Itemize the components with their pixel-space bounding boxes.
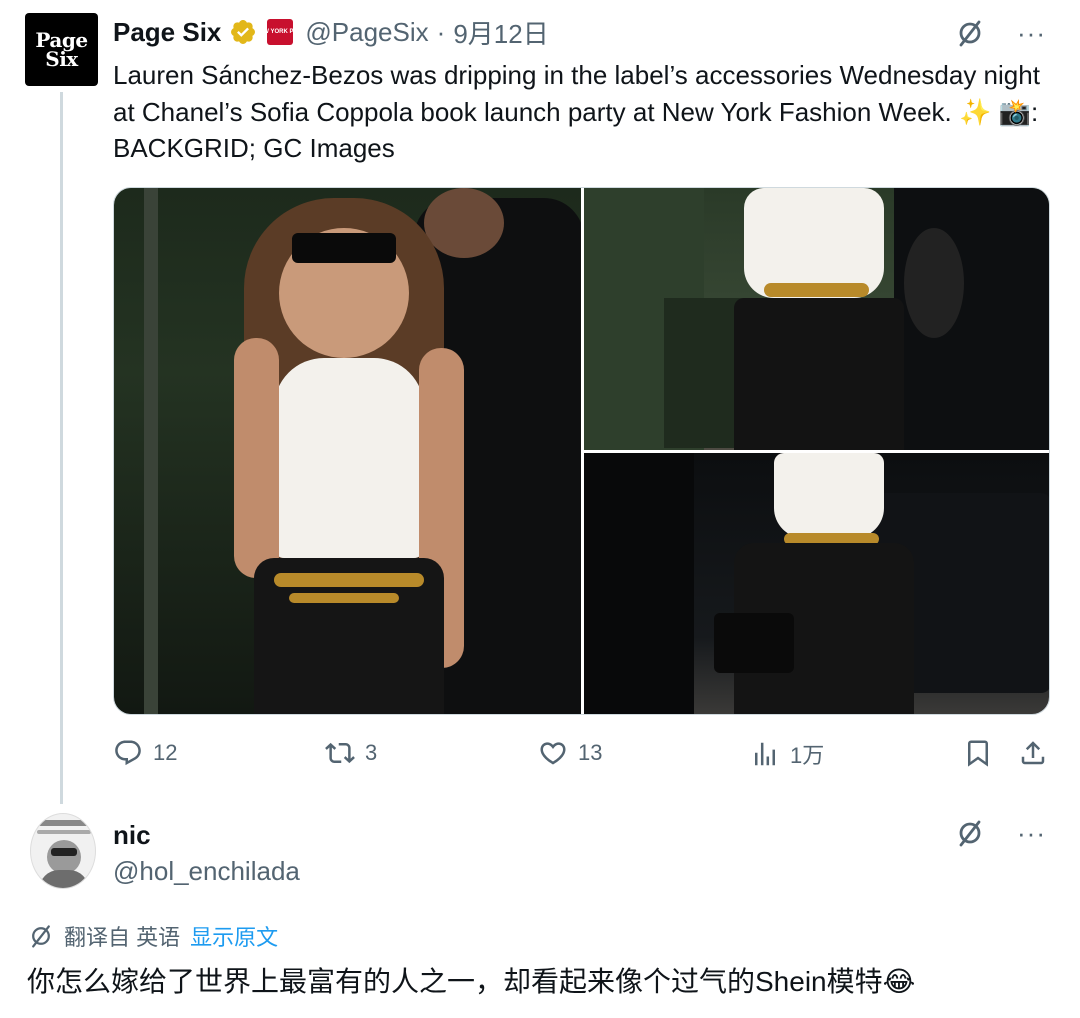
analytics-icon — [755, 742, 775, 766]
reply-text: 你怎么嫁给了世界上最富有的人之一，却看起来像个过气的Shein模特😂 — [27, 966, 916, 997]
more-options-icon[interactable]: ··· — [1017, 20, 1046, 46]
tweet-actions: 12 3 13 1万 — [113, 738, 1053, 778]
reply-button[interactable]: 12 — [113, 738, 177, 768]
views-button[interactable]: 1万 — [750, 738, 824, 770]
grok-icon[interactable] — [955, 818, 985, 848]
avatar-text-line2: Six — [45, 46, 78, 71]
translation-notice: 翻译自 英语 显示原文 — [28, 920, 278, 952]
like-count: 13 — [578, 740, 603, 765]
reply-author-name[interactable]: nic — [113, 820, 151, 851]
reply-avatar[interactable] — [30, 813, 96, 889]
grok-icon[interactable] — [955, 18, 985, 48]
tweet-header: Page Six NEW YORK POST @PageSix · 9月12日 — [113, 14, 549, 50]
media-photo-1[interactable] — [114, 188, 581, 714]
repost-button[interactable]: 3 — [325, 738, 377, 768]
heart-icon — [540, 742, 566, 765]
tweet-text: Lauren Sánchez-Bezos was dripping in the… — [113, 60, 1040, 163]
separator: · — [436, 16, 446, 47]
share-icon — [1021, 741, 1045, 765]
bookmark-icon — [968, 740, 988, 767]
tweet-date[interactable]: 9月12日 — [453, 14, 548, 51]
reply-header-actions: ··· — [955, 818, 1046, 848]
more-options-icon[interactable]: ··· — [1017, 820, 1046, 846]
repost-count: 3 — [365, 740, 378, 765]
translate-label: 翻译自 英语 — [64, 925, 181, 950]
media-grid — [113, 187, 1050, 715]
reply-icon — [115, 740, 141, 766]
avatar[interactable]: Page Six — [25, 13, 98, 86]
new-york-post-affiliate-badge[interactable]: NEW YORK POST — [255, 19, 306, 45]
bookmark-button[interactable] — [963, 738, 993, 768]
thread-connector-line — [60, 92, 63, 804]
verified-badge-icon — [231, 20, 256, 44]
share-button[interactable] — [1018, 738, 1048, 768]
affiliate-badge-text: NEW YORK POST — [254, 29, 306, 35]
tweet-header-actions: ··· — [955, 18, 1046, 48]
media-photo-2[interactable] — [584, 188, 1049, 450]
media-photo-3[interactable] — [584, 453, 1049, 714]
like-button[interactable]: 13 — [538, 738, 602, 768]
grok-icon — [32, 925, 50, 948]
show-original-link[interactable]: 显示原文 — [190, 920, 278, 952]
reply-count: 12 — [153, 740, 178, 765]
author-name[interactable]: Page Six — [113, 17, 221, 48]
repost-icon — [325, 742, 355, 764]
reply-author-handle[interactable]: @hol_enchilada — [113, 856, 300, 887]
view-count: 1万 — [790, 743, 825, 768]
author-handle[interactable]: @PageSix — [305, 17, 428, 48]
